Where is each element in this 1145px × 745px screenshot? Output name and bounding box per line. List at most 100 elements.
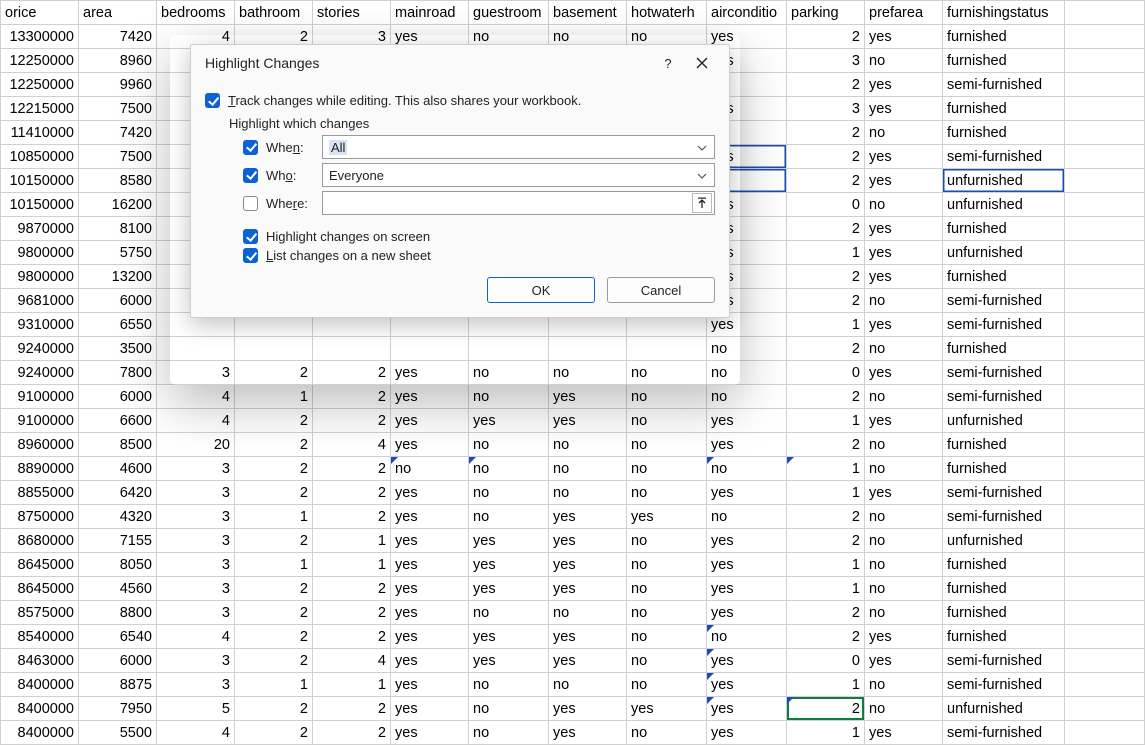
- cell-basement[interactable]: yes: [549, 409, 627, 433]
- cell-ac[interactable]: no: [707, 625, 787, 649]
- cell-bedrooms[interactable]: 4: [157, 721, 235, 745]
- cell-empty[interactable]: [1065, 25, 1145, 49]
- cell-ac[interactable]: no: [707, 457, 787, 481]
- cell-prefarea[interactable]: no: [865, 553, 943, 577]
- cell-price[interactable]: 9240000: [1, 361, 79, 385]
- cell-hotwater[interactable]: no: [627, 553, 707, 577]
- cell-empty[interactable]: [1065, 49, 1145, 73]
- cell-area[interactable]: 8800: [79, 601, 157, 625]
- cell-price[interactable]: 8960000: [1, 433, 79, 457]
- cell-parking[interactable]: 2: [787, 289, 865, 313]
- cell-guestroom[interactable]: no: [469, 697, 549, 721]
- cell-prefarea[interactable]: no: [865, 121, 943, 145]
- cell-empty[interactable]: [1065, 721, 1145, 745]
- cell-price[interactable]: 8400000: [1, 697, 79, 721]
- cell-ac[interactable]: no: [707, 337, 787, 361]
- cell-guestroom[interactable]: no: [469, 721, 549, 745]
- cell-guestroom[interactable]: no: [469, 457, 549, 481]
- cell-parking[interactable]: 0: [787, 193, 865, 217]
- cell-ac[interactable]: yes: [707, 673, 787, 697]
- cell-hotwater[interactable]: [627, 337, 707, 361]
- cell-basement[interactable]: yes: [549, 577, 627, 601]
- cell-stories[interactable]: 1: [313, 673, 391, 697]
- cell-prefarea[interactable]: no: [865, 673, 943, 697]
- cell-prefarea[interactable]: yes: [865, 25, 943, 49]
- cell-furnish[interactable]: furnished: [943, 25, 1065, 49]
- table-row[interactable]: 92400003500no2nofurnished: [1, 337, 1145, 361]
- cell-guestroom[interactable]: yes: [469, 577, 549, 601]
- cell-furnish[interactable]: furnished: [943, 433, 1065, 457]
- cell-mainroad[interactable]: no: [391, 457, 469, 481]
- cell-hotwater[interactable]: yes: [627, 697, 707, 721]
- cell-area[interactable]: 6000: [79, 289, 157, 313]
- cell-basement[interactable]: yes: [549, 529, 627, 553]
- cell-furnish[interactable]: unfurnished: [943, 409, 1065, 433]
- cell-hotwater[interactable]: no: [627, 409, 707, 433]
- cell-mainroad[interactable]: yes: [391, 673, 469, 697]
- cell-bathrooms[interactable]: 2: [235, 577, 313, 601]
- table-row[interactable]: 88900004600322nonononono1nofurnished: [1, 457, 1145, 481]
- cell-furnish[interactable]: furnished: [943, 49, 1065, 73]
- cell-area[interactable]: 6420: [79, 481, 157, 505]
- cell-area[interactable]: 7800: [79, 361, 157, 385]
- cell-area[interactable]: 8875: [79, 673, 157, 697]
- cell-area[interactable]: 13200: [79, 265, 157, 289]
- cell-parking[interactable]: 0: [787, 649, 865, 673]
- cell-price[interactable]: 8750000: [1, 505, 79, 529]
- cell-stories[interactable]: 2: [313, 457, 391, 481]
- cell-area[interactable]: 7500: [79, 145, 157, 169]
- cell-empty[interactable]: [1065, 553, 1145, 577]
- cell-hotwater[interactable]: no: [627, 721, 707, 745]
- cell-basement[interactable]: yes: [549, 721, 627, 745]
- cell-prefarea[interactable]: yes: [865, 145, 943, 169]
- cell-bathrooms[interactable]: 2: [235, 697, 313, 721]
- cell-furnish[interactable]: furnished: [943, 265, 1065, 289]
- cell-stories[interactable]: 1: [313, 529, 391, 553]
- who-checkbox[interactable]: [243, 168, 258, 183]
- cell-ac[interactable]: yes: [707, 409, 787, 433]
- cell-prefarea[interactable]: yes: [865, 361, 943, 385]
- cell-price[interactable]: 8645000: [1, 577, 79, 601]
- cell-area[interactable]: 4560: [79, 577, 157, 601]
- cell-basement[interactable]: no: [549, 481, 627, 505]
- cell-bedrooms[interactable]: 3: [157, 457, 235, 481]
- cell-stories[interactable]: 4: [313, 433, 391, 457]
- cell-furnish[interactable]: semi-furnished: [943, 73, 1065, 97]
- cell-furnish[interactable]: furnished: [943, 457, 1065, 481]
- cell-empty[interactable]: [1065, 673, 1145, 697]
- cell-prefarea[interactable]: no: [865, 193, 943, 217]
- cell-mainroad[interactable]: yes: [391, 697, 469, 721]
- cell-prefarea[interactable]: no: [865, 289, 943, 313]
- cell-bedrooms[interactable]: 3: [157, 481, 235, 505]
- table-row[interactable]: 87500004320312yesnoyesyesno2nosemi-furni…: [1, 505, 1145, 529]
- cell-bedrooms[interactable]: 3: [157, 361, 235, 385]
- highlight-on-screen-checkbox[interactable]: [243, 229, 258, 244]
- cell-price[interactable]: 9870000: [1, 217, 79, 241]
- cell-area[interactable]: 7420: [79, 25, 157, 49]
- cell-empty[interactable]: [1065, 697, 1145, 721]
- cell-prefarea[interactable]: yes: [865, 409, 943, 433]
- cell-guestroom[interactable]: yes: [469, 409, 549, 433]
- col-hotwater[interactable]: hotwaterh: [627, 1, 707, 25]
- cell-guestroom[interactable]: no: [469, 673, 549, 697]
- cell-prefarea[interactable]: no: [865, 337, 943, 361]
- cell-bedrooms[interactable]: 3: [157, 649, 235, 673]
- cell-hotwater[interactable]: no: [627, 673, 707, 697]
- range-picker-icon[interactable]: [692, 193, 712, 213]
- cell-furnish[interactable]: semi-furnished: [943, 649, 1065, 673]
- cell-prefarea[interactable]: no: [865, 529, 943, 553]
- cell-mainroad[interactable]: yes: [391, 409, 469, 433]
- cell-stories[interactable]: 2: [313, 625, 391, 649]
- cell-hotwater[interactable]: no: [627, 457, 707, 481]
- cell-empty[interactable]: [1065, 73, 1145, 97]
- cell-furnish[interactable]: furnished: [943, 217, 1065, 241]
- cell-basement[interactable]: yes: [549, 385, 627, 409]
- cell-price[interactable]: 9800000: [1, 241, 79, 265]
- cell-ac[interactable]: no: [707, 361, 787, 385]
- cell-hotwater[interactable]: no: [627, 529, 707, 553]
- cell-hotwater[interactable]: no: [627, 649, 707, 673]
- cell-area[interactable]: 16200: [79, 193, 157, 217]
- cell-parking[interactable]: 2: [787, 121, 865, 145]
- cell-prefarea[interactable]: no: [865, 577, 943, 601]
- ok-button[interactable]: OK: [487, 277, 595, 303]
